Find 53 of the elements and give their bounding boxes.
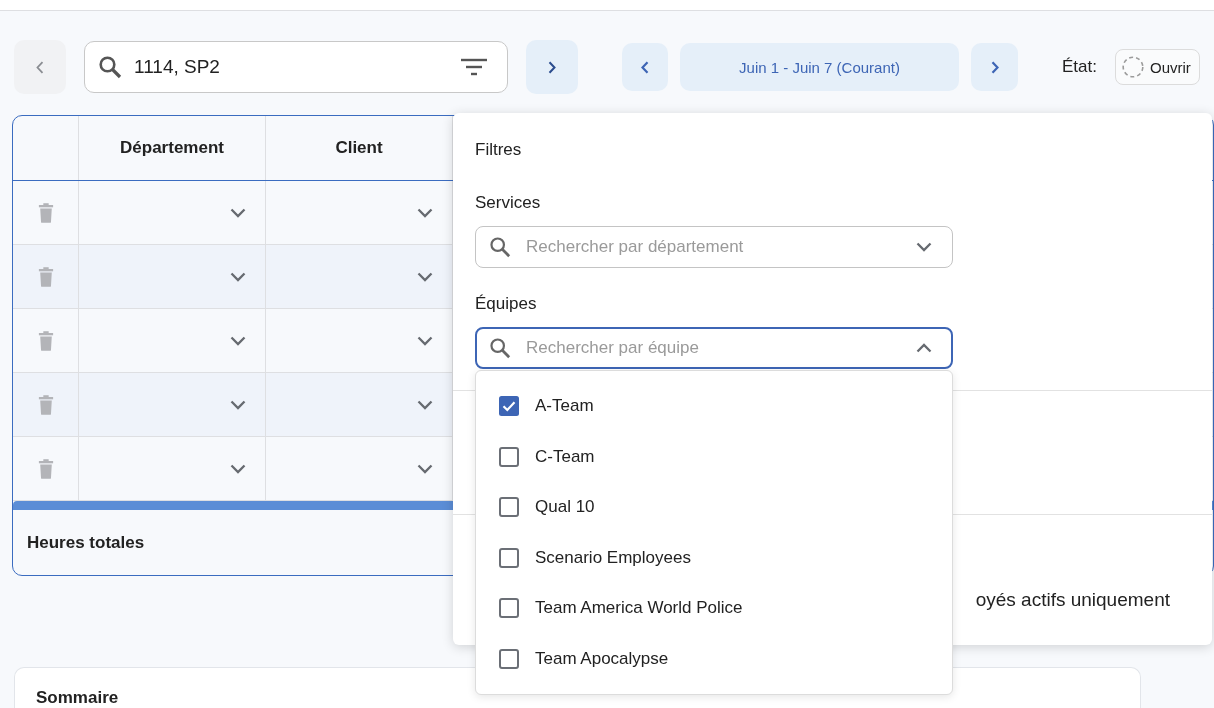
team-option[interactable]: A-Team bbox=[476, 381, 594, 432]
chevron-left-icon bbox=[36, 60, 44, 74]
team-option[interactable]: Scenario Employees bbox=[476, 532, 691, 583]
filter-label: Services bbox=[475, 193, 541, 213]
team-option[interactable]: Team America World Police bbox=[476, 583, 743, 634]
checkbox-checked-icon[interactable] bbox=[499, 396, 519, 417]
chevron-down-icon bbox=[230, 335, 246, 346]
search-field[interactable]: 1114, SP2 bbox=[84, 41, 508, 93]
chevron-down-icon bbox=[230, 207, 246, 218]
chevron-down-icon bbox=[417, 335, 433, 346]
trash-icon[interactable] bbox=[37, 394, 54, 415]
chevron-left-icon bbox=[641, 60, 649, 74]
checkbox-icon[interactable] bbox=[499, 648, 519, 669]
search-icon bbox=[489, 236, 511, 258]
previous-week-button[interactable] bbox=[622, 43, 668, 91]
checkbox-icon[interactable] bbox=[499, 497, 519, 518]
status-button[interactable]: Ouvrir bbox=[1114, 49, 1200, 85]
total-hours-label: Heures totales bbox=[27, 532, 145, 553]
search-icon bbox=[98, 55, 122, 79]
chevron-down-icon bbox=[417, 399, 433, 410]
trash-icon[interactable] bbox=[37, 266, 54, 287]
next-button[interactable] bbox=[526, 40, 578, 94]
chevron-right-icon bbox=[990, 60, 999, 74]
team-option[interactable]: C-Team bbox=[476, 431, 595, 482]
filter-label: Équipes bbox=[475, 294, 537, 314]
filter-title: Filtres bbox=[475, 140, 522, 160]
summary-title: Sommaire bbox=[36, 688, 119, 708]
chevron-down-icon bbox=[916, 242, 932, 252]
chevron-down-icon bbox=[230, 271, 246, 282]
checkbox-icon[interactable] bbox=[499, 547, 519, 568]
chevron-down-icon bbox=[417, 271, 433, 282]
chevron-down-icon bbox=[230, 399, 246, 410]
chevron-up-icon bbox=[916, 343, 932, 353]
trash-icon[interactable] bbox=[37, 458, 54, 479]
chevron-down-icon bbox=[417, 207, 433, 218]
back-button[interactable] bbox=[14, 40, 66, 94]
checkbox-icon[interactable] bbox=[499, 598, 519, 619]
column-header: Département bbox=[79, 116, 266, 180]
trash-icon[interactable] bbox=[37, 202, 54, 223]
option-label: oyés actifs uniquement bbox=[975, 589, 1170, 611]
checkbox-icon[interactable] bbox=[499, 446, 519, 467]
filter-icon[interactable] bbox=[461, 58, 487, 76]
chevron-right-icon bbox=[548, 60, 556, 74]
team-option[interactable]: Qual 10 bbox=[476, 482, 595, 533]
chevron-down-icon bbox=[417, 463, 433, 474]
status-label: État: bbox=[1062, 57, 1097, 77]
trash-icon[interactable] bbox=[37, 330, 54, 351]
search-icon bbox=[489, 337, 511, 359]
week-range-button[interactable]: Juin 1 - Juin 7 (Courant) bbox=[680, 43, 959, 91]
next-week-button[interactable] bbox=[971, 43, 1018, 91]
team-option[interactable]: Team Apocalypse bbox=[476, 633, 669, 684]
dashed-circle-icon bbox=[1121, 56, 1144, 78]
chevron-down-icon bbox=[230, 463, 246, 474]
